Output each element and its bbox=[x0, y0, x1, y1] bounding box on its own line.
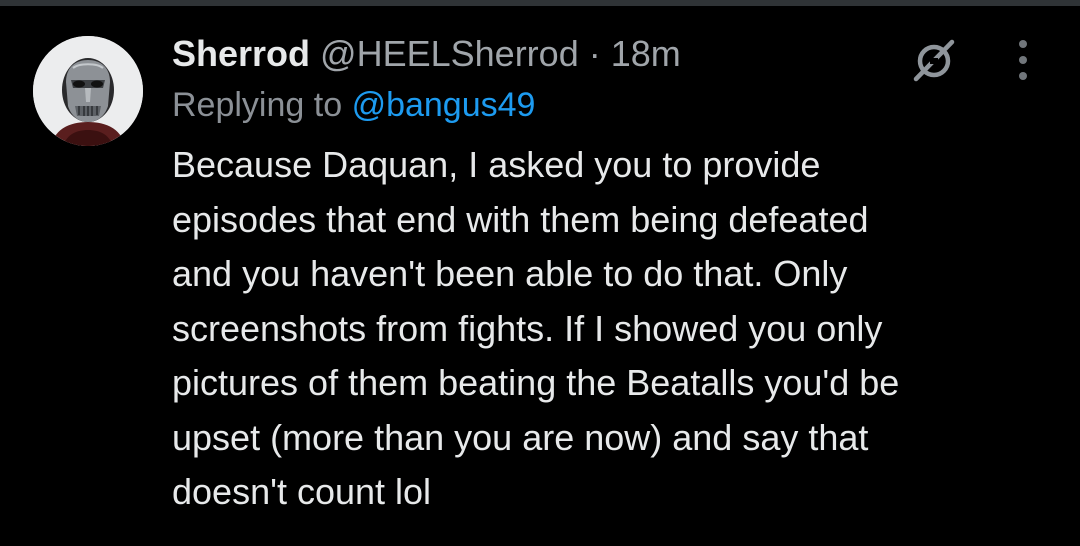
tweet-body-line: doesn't count lol bbox=[172, 471, 432, 512]
tweet-body-line: Because Daquan, I asked you to provide bbox=[172, 144, 821, 185]
user-handle[interactable]: @HEELSherrod bbox=[320, 33, 579, 74]
tweet-body-line: screenshots from fights. If I showed you… bbox=[172, 307, 883, 349]
grok-icon[interactable] bbox=[910, 36, 958, 84]
tweet-content: Sherrod @HEELSherrod · 18m Replying to @… bbox=[172, 28, 1052, 520]
more-dot-icon bbox=[1019, 56, 1027, 64]
replying-to-line: Replying to @bangus49 bbox=[172, 80, 1052, 130]
separator-dot: · bbox=[588, 33, 601, 74]
tweet-body-line: and you haven't been able to do that. On… bbox=[172, 253, 848, 294]
tweet-body-line: pictures of them beating the Beatalls yo… bbox=[172, 362, 900, 403]
tweet-body-line: upset (more than you are now) and say th… bbox=[172, 416, 869, 458]
replying-to-mention[interactable]: @bangus49 bbox=[352, 86, 536, 124]
tweet[interactable]: Sherrod @HEELSherrod · 18m Replying to @… bbox=[0, 6, 1080, 546]
masked-figure-avatar-icon bbox=[33, 36, 143, 146]
timestamp[interactable]: 18m bbox=[611, 33, 681, 74]
tweet-body-line: episodes that end with them being defeat… bbox=[172, 198, 869, 240]
more-options-icon[interactable] bbox=[1008, 34, 1038, 86]
tweet-body: Because Daquan, I asked you to provide e… bbox=[172, 138, 1042, 520]
avatar[interactable] bbox=[33, 36, 143, 146]
replying-to-label: Replying to bbox=[172, 86, 343, 124]
more-dot-icon bbox=[1019, 72, 1027, 80]
grok-glyph-icon bbox=[913, 39, 955, 82]
display-name[interactable]: Sherrod bbox=[172, 33, 310, 74]
more-dot-icon bbox=[1019, 40, 1027, 48]
